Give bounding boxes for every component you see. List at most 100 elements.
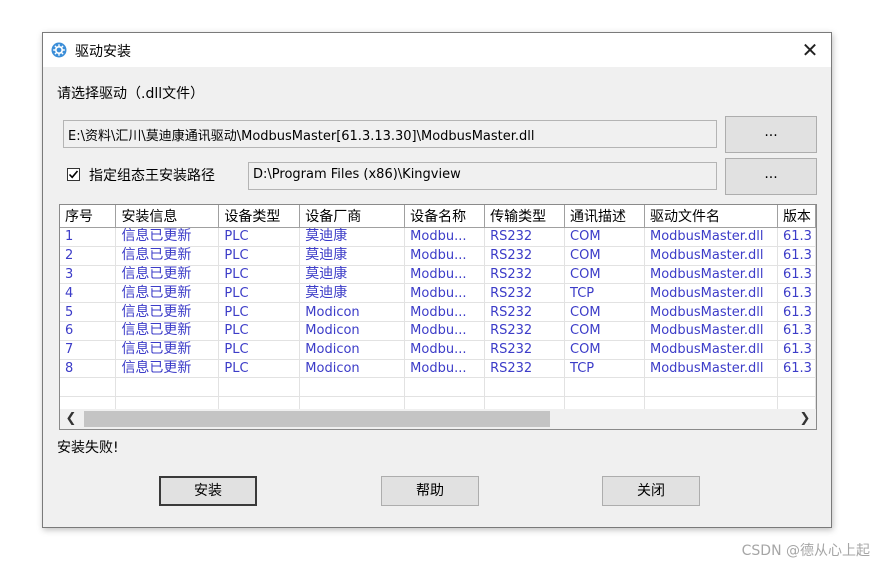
empty-row — [60, 377, 816, 398]
empty-cell — [644, 377, 778, 398]
empty-cell — [115, 377, 220, 398]
install-button[interactable]: 安装 — [159, 476, 257, 506]
table-cell: ModbusMaster.dll — [644, 340, 778, 360]
table-row[interactable]: 1 信息已更新 PLC 莫迪康 Modbu... RS232 COM ModbusMaster… — [60, 227, 816, 247]
empty-cell — [60, 377, 117, 398]
table-cell: 莫迪康 — [299, 227, 406, 247]
table-cell: 61.3 — [777, 302, 816, 322]
table-cell: TCP — [564, 359, 645, 379]
table-cell: ModbusMaster.dll — [644, 227, 778, 247]
table-cell: Modbu... — [404, 321, 486, 341]
table-cell: ModbusMaster.dll — [644, 283, 778, 304]
install-path-label: 指定组态王安装路径 — [89, 168, 215, 184]
table-cell: Modbu... — [404, 246, 486, 266]
table-cell: ModbusMaster.dll — [644, 302, 778, 322]
column-header[interactable]: 设备类型 — [218, 205, 301, 228]
horizontal-scrollbar[interactable]: ❮ ❯ — [60, 409, 816, 429]
table-cell: COM — [564, 321, 645, 341]
table-cell: PLC — [218, 283, 301, 304]
table-cell: 61.3 — [777, 283, 816, 304]
table-cell: PLC — [218, 359, 301, 379]
table-cell: Modbu... — [404, 302, 486, 322]
table-cell: Modbu... — [404, 359, 486, 379]
table-row[interactable]: 3 信息已更新 PLC 莫迪康 Modbu... RS232 COM ModbusMaster… — [60, 265, 816, 285]
table-cell: RS232 — [484, 246, 566, 266]
table-cell: 莫迪康 — [299, 246, 406, 266]
table-cell: RS232 — [484, 359, 566, 379]
table-row[interactable]: 7 信息已更新 PLC Modicon Modbu... RS232 COM ModbusMa… — [60, 340, 816, 360]
table-cell: PLC — [218, 265, 301, 285]
table-cell: Modbu... — [404, 227, 486, 247]
table-cell: 莫迪康 — [299, 283, 406, 304]
column-header[interactable]: 版本 — [777, 205, 816, 228]
table-cell: Modbu... — [404, 340, 486, 360]
empty-cell — [404, 377, 486, 398]
table-row[interactable]: 2 信息已更新 PLC 莫迪康 Modbu... RS232 COM ModbusMaster… — [60, 246, 816, 266]
column-header[interactable]: 传输类型 — [484, 205, 566, 228]
table-cell: RS232 — [484, 283, 566, 304]
checkmark-icon — [68, 170, 79, 179]
table-cell: ModbusMaster.dll — [644, 246, 778, 266]
column-header[interactable]: 设备厂商 — [299, 205, 406, 228]
table-cell: Modicon — [299, 302, 406, 322]
table-cell: COM — [564, 265, 645, 285]
table-cell: Modbu... — [404, 283, 486, 304]
column-header[interactable]: 通讯描述 — [564, 205, 645, 228]
empty-cell — [777, 377, 816, 398]
table-row[interactable]: 4 信息已更新 PLC 莫迪康 Modbu... RS232 TCP ModbusMaster… — [60, 283, 816, 304]
table-cell: ModbusMaster.dll — [644, 321, 778, 341]
help-button[interactable]: 帮助 — [381, 476, 479, 506]
table-row[interactable]: 6 信息已更新 PLC Modicon Modbu... RS232 COM ModbusMa… — [60, 321, 816, 341]
empty-cell — [484, 377, 566, 398]
column-header[interactable]: 驱动文件名 — [644, 205, 778, 228]
table-row[interactable]: 8 信息已更新 PLC Modicon Modbu... RS232 TCP ModbusMa… — [60, 359, 816, 379]
table-cell: 莫迪康 — [299, 265, 406, 285]
column-header[interactable]: 序号 — [60, 205, 117, 228]
browse-driver-button[interactable]: ... — [725, 116, 817, 153]
column-header[interactable]: 设备名称 — [404, 205, 486, 228]
table-cell: 8 — [60, 359, 117, 379]
driver-install-dialog: 驱动安装 ✕ 请选择驱动（.dll文件） E:\资料\汇川\莫迪康通讯驱动\Mo… — [42, 32, 832, 528]
table-cell: Modicon — [299, 340, 406, 360]
table-cell: PLC — [218, 302, 301, 322]
table-row[interactable]: 5 信息已更新 PLC Modicon Modbu... RS232 COM ModbusMa… — [60, 302, 816, 322]
column-header[interactable]: 安装信息 — [115, 205, 220, 228]
table-cell: 信息已更新 — [115, 302, 220, 322]
select-driver-label: 请选择驱动（.dll文件） — [57, 86, 205, 102]
table-cell: Modbu... — [404, 265, 486, 285]
table-cell: 61.3 — [777, 246, 816, 266]
table-cell: RS232 — [484, 340, 566, 360]
install-path-checkbox[interactable] — [67, 168, 80, 181]
table-cell: TCP — [564, 283, 645, 304]
table-cell: Modicon — [299, 321, 406, 341]
table-cell: 信息已更新 — [115, 340, 220, 360]
table-cell: 信息已更新 — [115, 265, 220, 285]
chevron-right-icon[interactable]: ❯ — [794, 409, 816, 429]
chevron-left-icon[interactable]: ❮ — [60, 409, 82, 429]
table-cell: RS232 — [484, 302, 566, 322]
table-cell: PLC — [218, 321, 301, 341]
kingview-path-field[interactable]: D:\Program Files (x86)\Kingview — [248, 162, 717, 190]
window-title: 驱动安装 — [75, 44, 131, 60]
status-text: 安装失败! — [57, 440, 119, 456]
empty-cell — [564, 377, 645, 398]
table-cell: RS232 — [484, 227, 566, 247]
app-icon — [51, 42, 67, 58]
scrollbar-thumb[interactable] — [84, 411, 550, 427]
table-cell: 信息已更新 — [115, 321, 220, 341]
table-cell: 1 — [60, 227, 117, 247]
title-bar[interactable]: 驱动安装 ✕ — [43, 33, 831, 67]
table-cell: 信息已更新 — [115, 246, 220, 266]
empty-cell — [299, 377, 406, 398]
browse-install-path-button[interactable]: ... — [725, 158, 817, 195]
close-button[interactable]: 关闭 — [602, 476, 700, 506]
driver-list-table[interactable]: 序号 安装信息 设备类型 设备厂商 设备名称 传输类型 通讯描述 驱动文件名 版本 1 信息已更新… — [59, 204, 817, 430]
driver-path-field[interactable]: E:\资料\汇川\莫迪康通讯驱动\ModbusMaster[61.3.13.30… — [63, 120, 717, 148]
table-cell: COM — [564, 246, 645, 266]
table-cell: RS232 — [484, 265, 566, 285]
table-cell: COM — [564, 340, 645, 360]
table-cell: 61.3 — [777, 265, 816, 285]
table-cell: Modicon — [299, 359, 406, 379]
table-cell: 信息已更新 — [115, 227, 220, 247]
close-window-button[interactable]: ✕ — [789, 33, 831, 67]
